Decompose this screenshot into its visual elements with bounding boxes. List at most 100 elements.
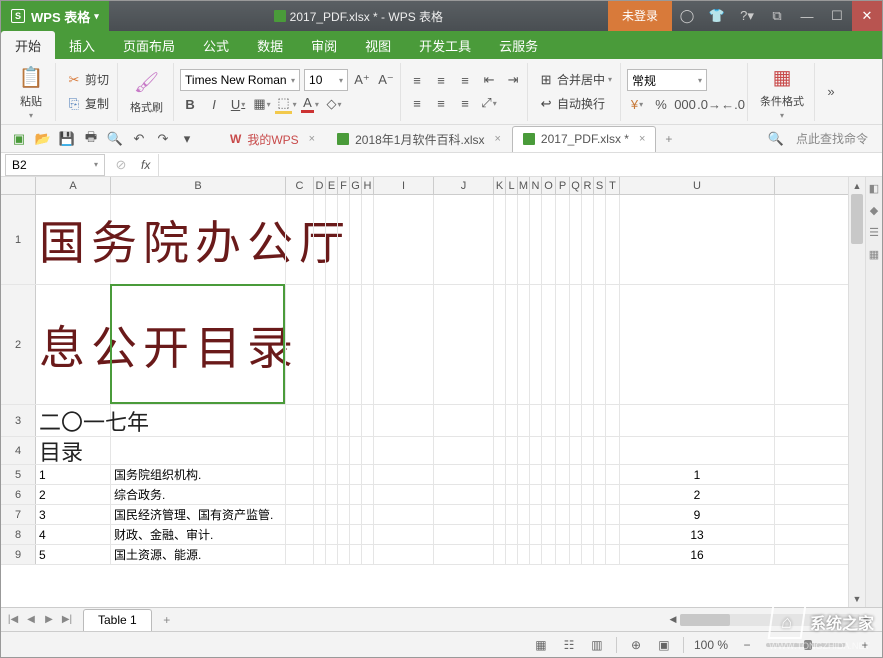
cell[interactable] xyxy=(530,485,542,504)
close-icon[interactable]: ✕ xyxy=(852,1,882,31)
cell[interactable] xyxy=(506,545,518,564)
cell[interactable] xyxy=(326,525,338,544)
menu-tab-插入[interactable]: 插入 xyxy=(55,31,109,59)
fx-icon[interactable]: fx xyxy=(133,158,158,172)
print-icon[interactable]: 🖶 xyxy=(79,127,103,151)
cell[interactable] xyxy=(314,465,326,484)
cell[interactable] xyxy=(362,485,374,504)
cell[interactable] xyxy=(530,285,542,404)
sidebar-tool-3-icon[interactable]: ☰ xyxy=(867,225,881,239)
merge-button[interactable]: ⊞合并居中▾ xyxy=(534,69,616,90)
cell[interactable] xyxy=(518,285,530,404)
ribbon-expand-icon[interactable]: » xyxy=(821,82,841,102)
cell[interactable] xyxy=(314,195,326,284)
help-icon[interactable]: ?▾ xyxy=(732,1,762,31)
view-page-icon[interactable]: ☷ xyxy=(560,636,578,654)
add-sheet-button[interactable]: + xyxy=(158,613,176,627)
cell[interactable] xyxy=(530,505,542,524)
cell[interactable] xyxy=(542,437,556,464)
cell[interactable] xyxy=(506,437,518,464)
cell[interactable] xyxy=(606,437,620,464)
maximize-icon[interactable]: ☐ xyxy=(822,1,852,31)
cell[interactable] xyxy=(374,485,434,504)
row-header[interactable]: 6 xyxy=(1,485,36,504)
cell[interactable] xyxy=(350,465,362,484)
cell[interactable] xyxy=(326,195,338,284)
cell[interactable]: 2 xyxy=(36,485,111,504)
cell[interactable] xyxy=(506,505,518,524)
cell[interactable] xyxy=(350,285,362,404)
sheet-tab[interactable]: Table 1 xyxy=(83,609,152,631)
cell[interactable] xyxy=(338,525,350,544)
focus-mode-icon[interactable]: ▣ xyxy=(655,636,673,654)
cell[interactable] xyxy=(286,405,314,436)
cell[interactable] xyxy=(326,285,338,404)
wrap-button[interactable]: ↩自动换行 xyxy=(534,93,616,114)
cell[interactable] xyxy=(350,485,362,504)
cell[interactable] xyxy=(338,485,350,504)
cell[interactable] xyxy=(542,195,556,284)
menu-tab-审阅[interactable]: 审阅 xyxy=(297,31,351,59)
col-header[interactable]: A xyxy=(36,177,111,194)
cell[interactable] xyxy=(362,285,374,404)
cell[interactable]: 国土资源、能源. xyxy=(111,545,286,564)
skin-icon[interactable]: ◯ xyxy=(672,1,702,31)
cell[interactable] xyxy=(111,405,286,436)
cell[interactable] xyxy=(506,485,518,504)
cell[interactable] xyxy=(286,437,314,464)
cell[interactable]: 3 xyxy=(36,505,111,524)
login-button[interactable]: 未登录 xyxy=(608,1,672,31)
cell[interactable] xyxy=(594,195,606,284)
add-doc-tab[interactable]: + xyxy=(656,126,681,152)
row-header[interactable]: 2 xyxy=(1,285,36,404)
cell[interactable] xyxy=(434,525,494,544)
cell[interactable] xyxy=(570,545,582,564)
sheet-last-icon[interactable]: ▶| xyxy=(59,612,75,628)
cell[interactable] xyxy=(582,195,594,284)
new-icon[interactable]: ▣ xyxy=(7,127,31,151)
copy-button[interactable]: ⎘复制 xyxy=(62,93,113,114)
cell[interactable] xyxy=(594,525,606,544)
cell[interactable] xyxy=(326,437,338,464)
clear-format-button[interactable]: ◇▾ xyxy=(324,94,344,114)
cell[interactable] xyxy=(434,485,494,504)
cell[interactable] xyxy=(111,285,286,404)
cell[interactable] xyxy=(434,405,494,436)
cell[interactable] xyxy=(314,437,326,464)
cell[interactable] xyxy=(582,505,594,524)
menu-tab-数据[interactable]: 数据 xyxy=(243,31,297,59)
font-size-select[interactable]: 10▾ xyxy=(304,69,348,91)
col-header[interactable]: U xyxy=(620,177,775,194)
align-right-icon[interactable]: ≡ xyxy=(455,93,475,113)
cell[interactable] xyxy=(556,437,570,464)
cell[interactable] xyxy=(606,285,620,404)
paste-button[interactable]: 📋粘贴▾ xyxy=(11,61,51,122)
grid[interactable]: ABCDEFGHIJKLMNOPQRSTU 1国务院办公厅2息公开目录3二〇一七… xyxy=(1,177,848,607)
cell[interactable] xyxy=(506,525,518,544)
cell[interactable] xyxy=(314,285,326,404)
cell[interactable] xyxy=(314,405,326,436)
cell[interactable]: 国民经济管理、国有资产监管. xyxy=(111,505,286,524)
cell[interactable] xyxy=(494,405,506,436)
cell[interactable] xyxy=(286,505,314,524)
cell[interactable] xyxy=(582,405,594,436)
cell[interactable] xyxy=(374,437,434,464)
number-format-select[interactable]: 常规▾ xyxy=(627,69,707,91)
cell[interactable]: 1 xyxy=(36,465,111,484)
cell[interactable] xyxy=(350,525,362,544)
cell[interactable] xyxy=(434,195,494,284)
cell[interactable] xyxy=(362,405,374,436)
cell[interactable] xyxy=(570,525,582,544)
align-top-icon[interactable]: ≡ xyxy=(407,70,427,90)
cell[interactable] xyxy=(542,545,556,564)
col-header[interactable]: R xyxy=(582,177,594,194)
cell[interactable]: 1 xyxy=(620,465,775,484)
search-command[interactable]: 点此查找命令 xyxy=(788,130,876,147)
col-header[interactable]: G xyxy=(350,177,362,194)
col-header[interactable]: F xyxy=(338,177,350,194)
col-header[interactable]: J xyxy=(434,177,494,194)
percent-icon[interactable]: % xyxy=(651,94,671,114)
cell[interactable] xyxy=(286,485,314,504)
cell[interactable] xyxy=(518,405,530,436)
cell[interactable] xyxy=(374,525,434,544)
